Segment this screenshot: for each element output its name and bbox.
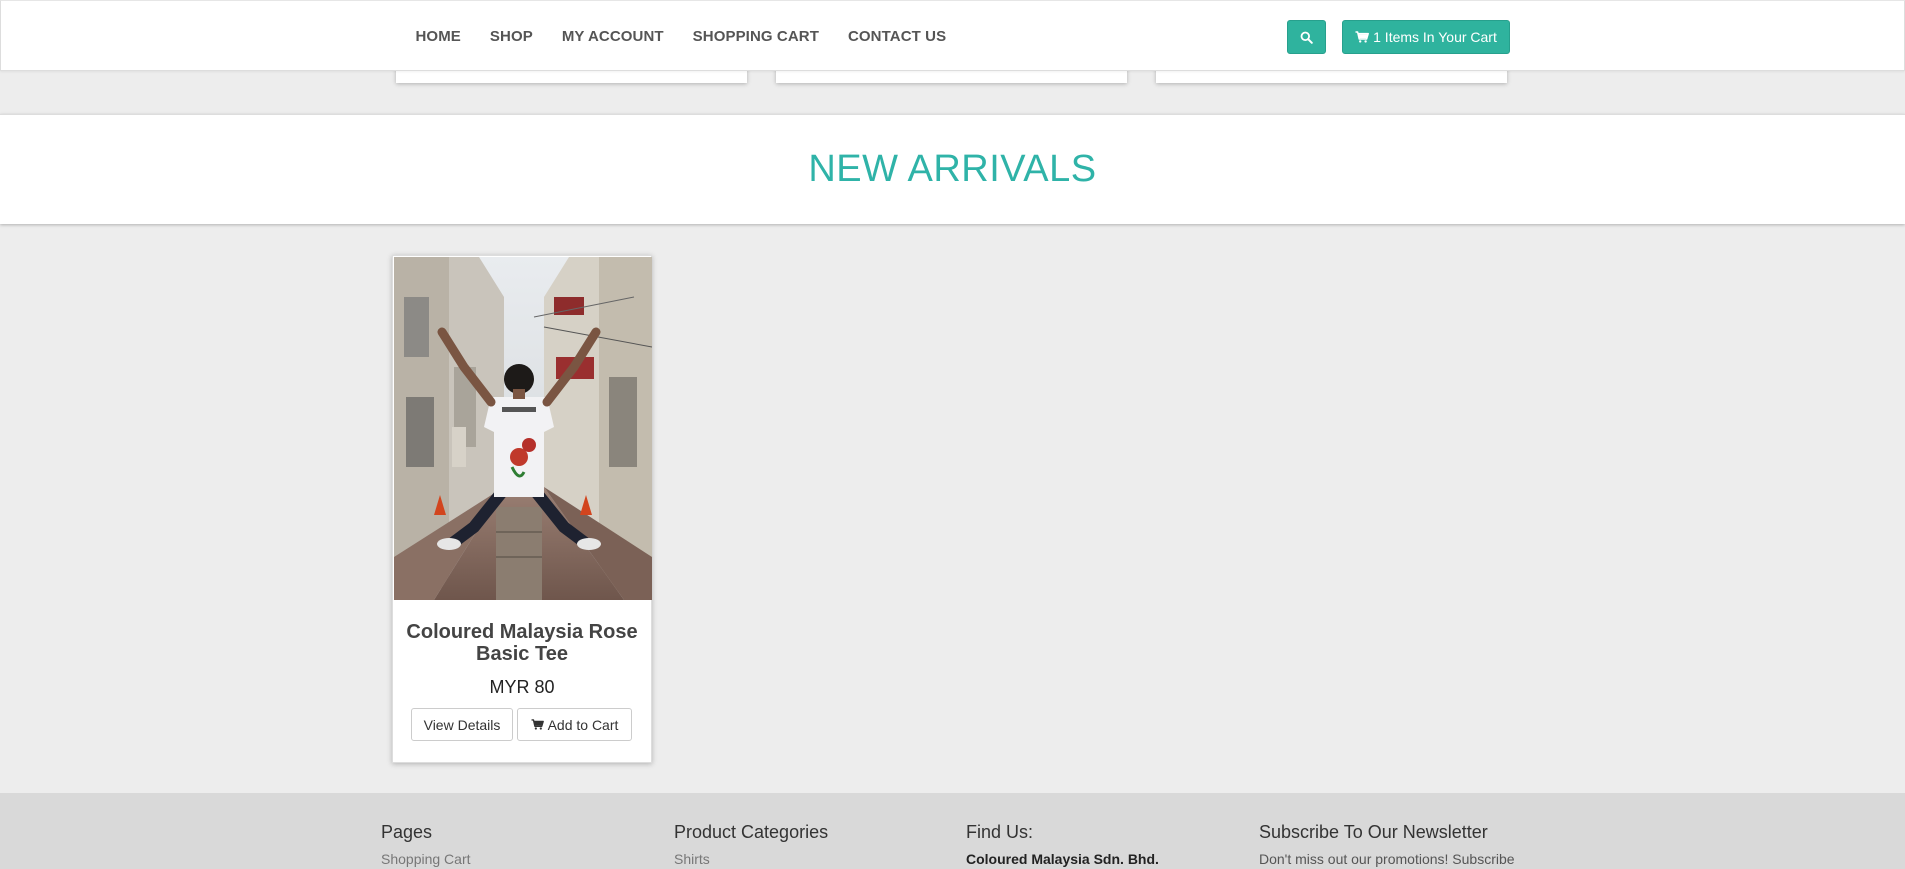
nav-link-contact-us[interactable]: CONTACT US [833, 28, 960, 45]
footer: Pages Shopping Cart Product Categories S… [0, 793, 1905, 869]
nav-actions: 1 Items In Your Cart [1287, 20, 1510, 54]
footer-pages: Pages Shopping Cart [381, 822, 471, 867]
footer-find-us: Find Us: Coloured Malaysia Sdn. Bhd. [966, 822, 1159, 867]
product-price: MYR 80 [489, 677, 555, 697]
search-button[interactable] [1287, 20, 1326, 54]
top-navbar: HOME SHOP MY ACCOUNT SHOPPING CART CONTA… [0, 0, 1905, 71]
footer-newsletter: Subscribe To Our Newsletter Don't miss o… [1259, 822, 1515, 867]
section-title: NEW ARRIVALS [808, 148, 1097, 190]
view-details-button[interactable]: View Details [411, 708, 513, 741]
footer-newsletter-text: Don't miss out our promotions! Subscribe [1259, 851, 1515, 867]
nav-link-shopping-cart[interactable]: SHOPPING CART [678, 28, 833, 45]
footer-newsletter-heading: Subscribe To Our Newsletter [1259, 822, 1488, 842]
footer-pages-heading: Pages [381, 822, 433, 842]
footer-categories: Product Categories Shirts [674, 822, 828, 867]
cart-icon [531, 719, 544, 730]
new-arrivals-header: NEW ARRIVALS [0, 114, 1905, 224]
cart-icon [1355, 31, 1370, 43]
nav-menu: HOME SHOP MY ACCOUNT SHOPPING CART CONTA… [401, 1, 961, 72]
product-card: Coloured Malaysia Rose Basic Tee MYR 80 … [392, 255, 652, 763]
footer-link-shirts[interactable]: Shirts [674, 851, 828, 867]
product-name[interactable]: Coloured Malaysia Rose Basic Tee [393, 621, 651, 665]
nav-link-shop[interactable]: SHOP [475, 28, 547, 45]
add-to-cart-button[interactable]: Add to Cart [517, 708, 632, 741]
product-image[interactable] [394, 257, 652, 600]
add-to-cart-label: Add to Cart [547, 716, 619, 733]
view-details-label: View Details [423, 716, 501, 733]
footer-company-name: Coloured Malaysia Sdn. Bhd. [966, 851, 1159, 867]
footer-find-us-heading: Find Us: [966, 822, 1034, 842]
search-icon [1300, 31, 1313, 44]
footer-categories-heading: Product Categories [674, 822, 829, 842]
cart-button[interactable]: 1 Items In Your Cart [1342, 20, 1510, 54]
nav-link-home[interactable]: HOME [401, 28, 475, 45]
product-actions: View Details Add to Cart [411, 708, 632, 741]
footer-link-shopping-cart[interactable]: Shopping Cart [381, 851, 471, 867]
cart-button-label: 1 Items In Your Cart [1373, 29, 1497, 45]
nav-link-my-account[interactable]: MY ACCOUNT [547, 28, 678, 45]
